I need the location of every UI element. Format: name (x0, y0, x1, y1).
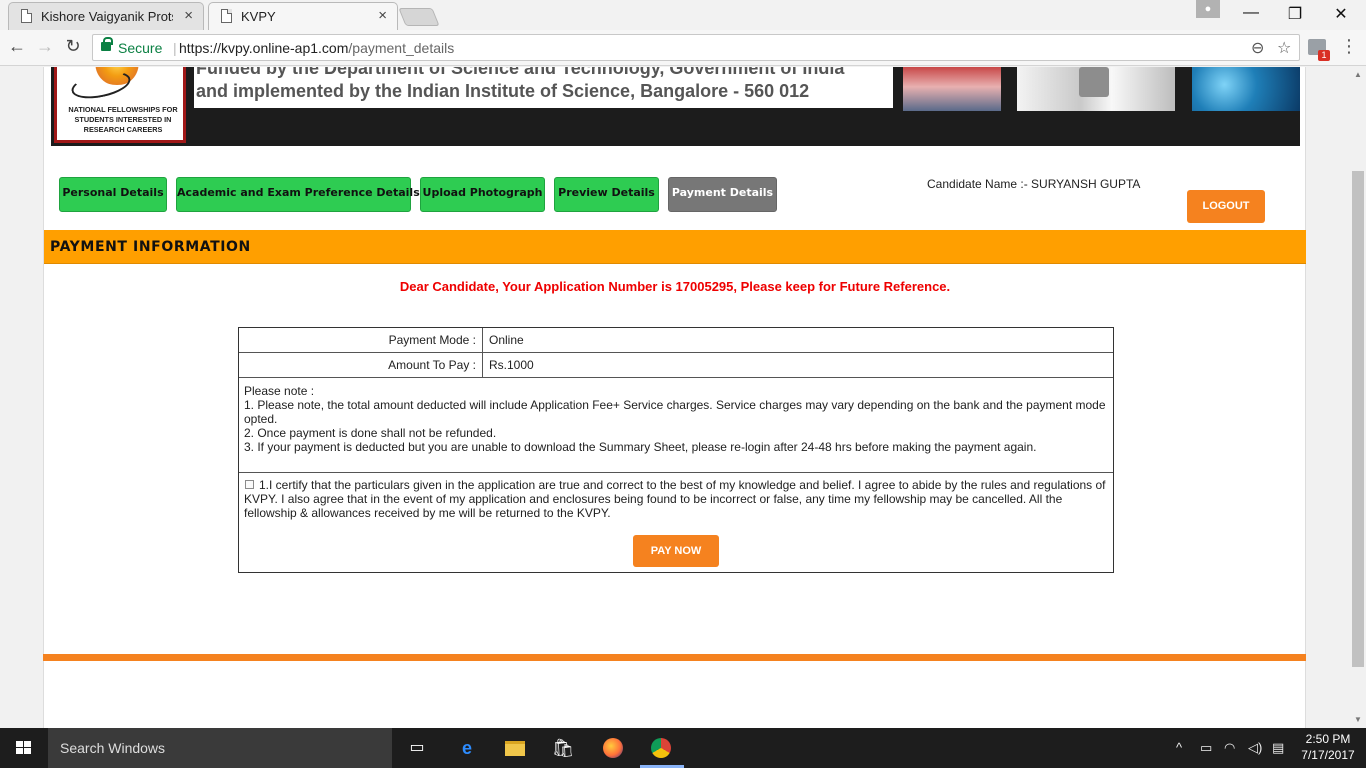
store-icon[interactable]: 🛍 (550, 736, 576, 760)
logout-button[interactable]: LOGOUT (1187, 190, 1265, 223)
clock-date: 7/17/2017 (1301, 748, 1355, 762)
bookmark-star-icon[interactable]: ☆ (1277, 38, 1291, 58)
url-host: https://kvpy.online-ap1.com (179, 40, 349, 56)
page-viewport: NATIONAL FELLOWSHIPS FOR STUDENTS INTERE… (0, 67, 1350, 728)
document-icon (221, 9, 232, 23)
banner-line-2: and implemented by the Indian Institute … (196, 81, 810, 101)
payment-notes: Please note : 1. Please note, the total … (244, 384, 1108, 454)
battery-icon[interactable]: ▭ (1200, 740, 1212, 756)
scroll-down-icon[interactable]: ▼ (1354, 715, 1362, 724)
banner-text: Funded by the Department of Science and … (194, 67, 893, 108)
new-tab-button[interactable] (398, 8, 440, 26)
scroll-up-icon[interactable]: ▲ (1354, 70, 1362, 79)
banner-photo-lab (903, 67, 1001, 111)
step-upload-photograph[interactable]: Upload Photograph (420, 177, 545, 212)
amount-row: Amount To Pay : Rs.1000 (239, 353, 1113, 378)
file-explorer-icon[interactable] (502, 736, 528, 760)
tab-strip: Kishore Vaigyanik Protsa × KVPY × ● — ❐ … (0, 0, 1366, 30)
amount-label: Amount To Pay : (239, 353, 483, 377)
step-academic-details[interactable]: Academic and Exam Preference Details (176, 177, 420, 212)
payment-mode-label: Payment Mode : (239, 328, 483, 352)
payment-mode-row: Payment Mode : Online (239, 328, 1113, 353)
task-view-icon[interactable]: ▭ (404, 736, 430, 760)
tab-title: KVPY (241, 9, 276, 24)
notes-heading: Please note : (244, 384, 315, 398)
zoom-icon[interactable]: ⊖ (1251, 38, 1264, 58)
url-path: /payment_details (348, 40, 455, 56)
certification-text: 1.I certify that the particulars given i… (244, 478, 1106, 520)
page-container: NATIONAL FELLOWSHIPS FOR STUDENTS INTERE… (43, 67, 1306, 728)
footer-strip (43, 654, 1306, 661)
user-profile-icon[interactable]: ● (1196, 0, 1220, 18)
logo-caption: NATIONAL FELLOWSHIPS FOR STUDENTS INTERE… (68, 105, 178, 134)
maximize-icon[interactable]: ❐ (1280, 4, 1310, 24)
browser-toolbar: ← → ↻ Secure | https://kvpy.online-ap1.c… (0, 30, 1366, 66)
extension-badge: 1 (1318, 50, 1330, 61)
system-clock[interactable]: 2:50 PM 7/17/2017 (1298, 731, 1358, 763)
banner-photo-molecules (1192, 67, 1300, 111)
edge-icon[interactable]: e (454, 736, 480, 760)
tab-close-icon[interactable]: × (378, 7, 387, 24)
windows-logo-icon (16, 741, 32, 755)
note-item: 2. Once payment is done shall not be ref… (244, 426, 497, 440)
secure-label: Secure (118, 40, 163, 56)
start-button[interactable] (0, 728, 48, 768)
tab-kvpy[interactable]: KVPY × (208, 2, 398, 30)
page-scrollbar[interactable]: ▲ ▼ (1350, 67, 1366, 728)
scroll-thumb[interactable] (1352, 171, 1364, 667)
notifications-icon[interactable]: ▤ (1272, 740, 1284, 756)
minimize-icon[interactable]: — (1236, 4, 1266, 22)
chrome-icon[interactable] (648, 736, 674, 760)
note-item: 3. If your payment is deducted but you a… (244, 440, 1037, 454)
windows-taskbar: Search Windows ▭ e 🛍 ^ ▭ ◠ ◁) ▤ 2:50 PM … (0, 728, 1366, 768)
back-icon[interactable]: ← (6, 36, 28, 57)
forward-icon[interactable]: → (34, 36, 56, 57)
tray-chevron-icon[interactable]: ^ (1176, 740, 1182, 755)
close-window-icon[interactable]: ✕ (1326, 4, 1356, 24)
step-preview-details[interactable]: Preview Details (554, 177, 659, 212)
pay-now-button[interactable]: PAY NOW (633, 535, 719, 567)
certification-row: 1.I certify that the particulars given i… (239, 472, 1113, 567)
volume-icon[interactable]: ◁) (1248, 740, 1262, 756)
kvpy-logo: NATIONAL FELLOWSHIPS FOR STUDENTS INTERE… (54, 67, 186, 143)
browser-menu-icon[interactable]: ⋮ (1340, 36, 1358, 57)
note-item: 1. Please note, the total amount deducte… (244, 398, 1106, 426)
url-separator: | (173, 40, 177, 56)
payment-table: Payment Mode : Online Amount To Pay : Rs… (238, 327, 1114, 573)
wifi-icon[interactable]: ◠ (1224, 740, 1235, 756)
banner-photo-microscope (1017, 67, 1175, 111)
lock-icon (101, 37, 113, 51)
document-icon (21, 9, 32, 23)
step-personal-details[interactable]: Personal Details (59, 177, 167, 212)
clock-time: 2:50 PM (1305, 732, 1351, 746)
section-header: PAYMENT INFORMATION (44, 230, 1306, 264)
tab-close-icon[interactable]: × (184, 7, 193, 24)
tab-kishore[interactable]: Kishore Vaigyanik Protsa × (8, 2, 204, 30)
candidate-name: Candidate Name :- SURYANSH GUPTA (927, 177, 1141, 191)
taskbar-search[interactable]: Search Windows (48, 728, 392, 768)
address-bar[interactable]: Secure | https://kvpy.online-ap1.com/pay… (92, 34, 1300, 61)
section-title: PAYMENT INFORMATION (50, 239, 251, 255)
orbit-emblem-icon (69, 67, 133, 103)
step-payment-details[interactable]: Payment Details (668, 177, 777, 212)
payment-mode-value: Online (489, 333, 524, 347)
amount-value: Rs.1000 (489, 358, 534, 372)
banner-line-1: Funded by the Department of Science and … (196, 67, 845, 78)
taskbar-search-placeholder: Search Windows (60, 740, 166, 756)
tab-title: Kishore Vaigyanik Protsa (41, 9, 173, 24)
url-text[interactable]: https://kvpy.online-ap1.com/payment_deta… (179, 40, 454, 56)
application-number-message: Dear Candidate, Your Application Number … (399, 279, 951, 294)
reload-icon[interactable]: ↻ (62, 36, 84, 57)
firefox-icon[interactable] (600, 736, 626, 760)
header-banner: NATIONAL FELLOWSHIPS FOR STUDENTS INTERE… (51, 67, 1300, 146)
